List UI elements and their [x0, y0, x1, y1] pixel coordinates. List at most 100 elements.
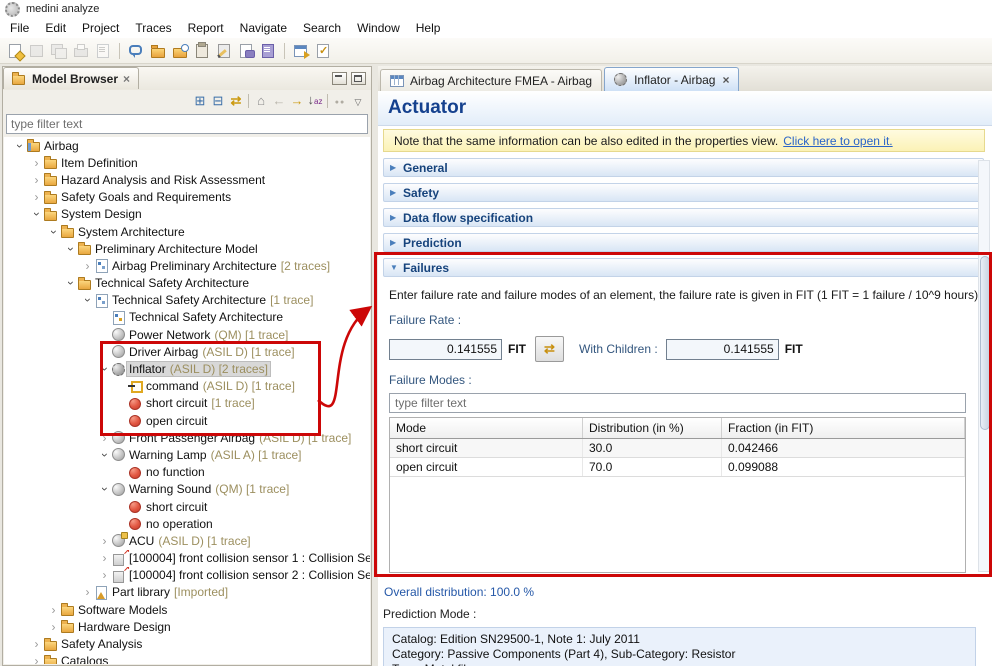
tree-item-100004-front-collision-sensor-1-collision-sensor[interactable]: [100004] front collision sensor 1 : Coll… [4, 550, 370, 567]
check-model-icon[interactable] [237, 42, 255, 60]
clipboard-icon[interactable] [193, 42, 211, 60]
tree-filter-input[interactable] [6, 114, 368, 134]
checklist-icon[interactable] [314, 42, 332, 60]
close-icon[interactable] [123, 72, 130, 86]
section-general[interactable]: General [383, 158, 984, 177]
forward-icon[interactable] [288, 92, 306, 110]
column-mode[interactable]: Mode [390, 418, 583, 439]
back-icon[interactable] [270, 92, 288, 110]
tree-item-acu[interactable]: ACU(ASIL D) [1 trace] [4, 532, 370, 549]
tree-item-safety-analysis[interactable]: Safety Analysis [4, 635, 370, 652]
menu-project[interactable]: Project [74, 19, 127, 37]
chevron-collapsed-icon[interactable] [29, 174, 44, 186]
tree-item-no-function[interactable]: no function [4, 464, 370, 481]
tree-item-warning-sound[interactable]: Warning Sound(QM) [1 trace] [4, 481, 370, 498]
open-recent-icon[interactable] [171, 42, 189, 60]
editor-tab-airbag-architecture-fmea-airbag[interactable]: Airbag Architecture FMEA - Airbag [380, 69, 602, 91]
calculate-failure-rate-button[interactable] [535, 336, 564, 362]
tree-item-no-operation[interactable]: no operation [4, 515, 370, 532]
failure-modes-filter-input[interactable] [389, 393, 966, 413]
chevron-expanded-icon[interactable] [29, 208, 44, 220]
expand-all-icon[interactable] [191, 92, 209, 110]
document-list-icon[interactable] [259, 42, 277, 60]
chevron-collapsed-icon[interactable] [29, 655, 44, 664]
chevron-collapsed-icon[interactable] [29, 638, 44, 650]
failure-rate-input[interactable] [389, 339, 502, 360]
section-safety[interactable]: Safety [383, 183, 984, 202]
tree-item-warning-lamp[interactable]: Warning Lamp(ASIL A) [1 trace] [4, 446, 370, 463]
menu-search[interactable]: Search [295, 19, 349, 37]
tree-item-technical-safety-architecture[interactable]: Technical Safety Architecture [4, 309, 370, 326]
menu-window[interactable]: Window [349, 19, 408, 37]
chevron-collapsed-icon[interactable] [46, 604, 61, 616]
edit-model-icon[interactable] [215, 42, 233, 60]
scrollbar-thumb[interactable] [980, 256, 990, 430]
tree-item-preliminary-architecture-model[interactable]: Preliminary Architecture Model [4, 240, 370, 257]
filters-icon[interactable] [331, 91, 349, 112]
tree-item-power-network[interactable]: Power Network(QM) [1 trace] [4, 326, 370, 343]
tree-item-system-architecture[interactable]: System Architecture [4, 223, 370, 240]
maximize-icon[interactable] [351, 72, 366, 85]
sort-az-icon[interactable] [306, 91, 324, 111]
open-properties-link[interactable]: Click here to open it. [783, 134, 892, 148]
menu-navigate[interactable]: Navigate [232, 19, 295, 37]
home-icon[interactable] [252, 92, 270, 110]
tree-item-hardware-design[interactable]: Hardware Design [4, 618, 370, 635]
column-fraction-in-fit[interactable]: Fraction (in FIT) [722, 418, 965, 439]
tree-item-driver-airbag[interactable]: Driver Airbag(ASIL D) [1 trace] [4, 343, 370, 360]
new-wizard-icon[interactable] [6, 42, 24, 60]
editor-tab-inflator-airbag[interactable]: Inflator - Airbag [604, 67, 739, 91]
menu-file[interactable]: File [2, 19, 37, 37]
comment-icon[interactable] [127, 42, 145, 60]
section-prediction[interactable]: Prediction [383, 233, 984, 252]
tree-item-safety-goals-and-requirements[interactable]: Safety Goals and Requirements [4, 189, 370, 206]
chevron-collapsed-icon[interactable] [97, 569, 112, 581]
open-project-icon[interactable] [149, 42, 167, 60]
table-export-icon[interactable] [292, 42, 310, 60]
tree-item-short-circuit[interactable]: short circuit [4, 498, 370, 515]
tree-item-technical-safety-architecture[interactable]: Technical Safety Architecture [4, 275, 370, 292]
chevron-expanded-icon[interactable] [97, 483, 112, 495]
chevron-collapsed-icon[interactable] [29, 191, 44, 203]
chevron-expanded-icon[interactable] [97, 363, 112, 375]
menu-report[interactable]: Report [180, 19, 232, 37]
chevron-collapsed-icon[interactable] [80, 586, 95, 598]
menu-edit[interactable]: Edit [37, 19, 74, 37]
chevron-collapsed-icon[interactable] [97, 552, 112, 564]
close-tab-icon[interactable] [722, 73, 729, 87]
link-with-editor-icon[interactable] [227, 92, 245, 110]
tree-item-open-circuit[interactable]: open circuit [4, 412, 370, 429]
tree-item-100004-front-collision-sensor-2-collision-sensor[interactable]: [100004] front collision sensor 2 : Coll… [4, 567, 370, 584]
chevron-collapsed-icon[interactable] [46, 621, 61, 633]
menu-traces[interactable]: Traces [127, 19, 179, 37]
tree-item-inflator[interactable]: Inflator(ASIL D) [2 traces] [4, 360, 370, 377]
tree-item-technical-safety-architecture[interactable]: Technical Safety Architecture[1 trace] [4, 292, 370, 309]
failure-mode-row-open-circuit[interactable]: open circuit70.00.099088 [390, 458, 965, 477]
tree-item-front-passenger-airbag[interactable]: Front Passenger Airbag(ASIL D) [1 trace] [4, 429, 370, 446]
failure-mode-row-short-circuit[interactable]: short circuit30.00.042466 [390, 439, 965, 458]
chevron-collapsed-icon[interactable] [29, 157, 44, 169]
chevron-collapsed-icon[interactable] [97, 432, 112, 444]
section-failures[interactable]: Failures [383, 258, 984, 277]
vertical-scrollbar[interactable] [978, 160, 990, 572]
tree-item-catalogs[interactable]: Catalogs [4, 653, 370, 664]
with-children-input[interactable] [666, 339, 779, 360]
chevron-expanded-icon[interactable] [12, 140, 27, 152]
tree-item-airbag-preliminary-architecture[interactable]: Airbag Preliminary Architecture[2 traces… [4, 257, 370, 274]
tree-item-part-library[interactable]: Part library[Imported] [4, 584, 370, 601]
tree-item-item-definition[interactable]: Item Definition [4, 154, 370, 171]
minimize-icon[interactable] [332, 72, 347, 85]
menu-help[interactable]: Help [408, 19, 449, 37]
view-menu-icon[interactable] [349, 92, 367, 111]
tree-item-software-models[interactable]: Software Models [4, 601, 370, 618]
tree-item-hazard-analysis-and-risk-assessment[interactable]: Hazard Analysis and Risk Assessment [4, 171, 370, 188]
chevron-collapsed-icon[interactable] [80, 260, 95, 272]
chevron-expanded-icon[interactable] [80, 294, 95, 306]
tree-item-short-circuit[interactable]: short circuit[1 trace] [4, 395, 370, 412]
tree-item-system-design[interactable]: System Design [4, 206, 370, 223]
chevron-collapsed-icon[interactable] [97, 535, 112, 547]
chevron-expanded-icon[interactable] [63, 277, 78, 289]
chevron-expanded-icon[interactable] [46, 226, 61, 238]
chevron-expanded-icon[interactable] [63, 243, 78, 255]
section-data-flow-specification[interactable]: Data flow specification [383, 208, 984, 227]
